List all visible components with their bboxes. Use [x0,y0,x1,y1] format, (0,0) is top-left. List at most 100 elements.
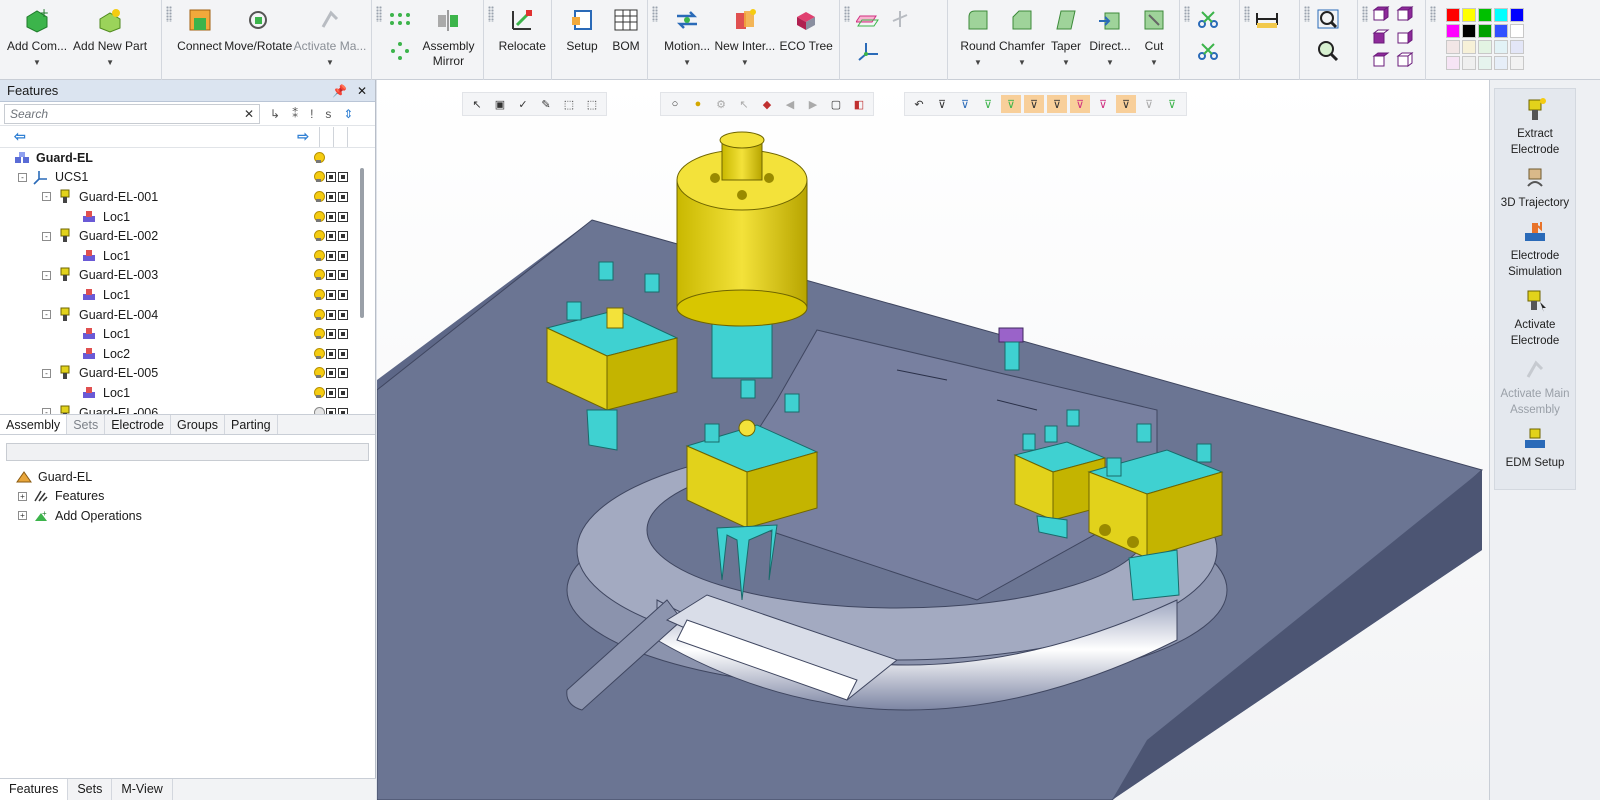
filter-6-icon[interactable]: ⊽ [1047,95,1067,113]
clear-search-icon[interactable]: ✕ [244,107,254,121]
operations-tree-item[interactable]: Guard-EL [0,467,375,487]
bottom-tab-sets[interactable]: Sets [68,779,113,800]
zoom-icon[interactable] [1316,40,1340,62]
expand-toggle-icon[interactable]: - [42,368,51,378]
tab-parting[interactable]: Parting [225,415,278,434]
tree-item[interactable]: Loc1 [0,324,375,344]
filter-7-icon[interactable]: ⊽ [1070,95,1090,113]
chevron-down-icon[interactable]: ▼ [106,58,114,67]
render-toggle-icon[interactable] [338,329,348,340]
color-palette[interactable] [1446,8,1524,70]
render-toggle-icon[interactable] [338,368,348,379]
chevron-down-icon[interactable]: ▼ [683,58,691,67]
back-icon[interactable]: ◀ [780,95,800,113]
expand-toggle-icon[interactable]: - [42,270,51,280]
color-swatch[interactable] [1462,8,1476,22]
window-select-2-icon[interactable]: ⬚ [582,95,602,113]
expand-toggle-icon[interactable]: + [18,491,27,501]
visibility-bulb-icon[interactable] [313,328,325,340]
axis-disabled-icon[interactable] [888,8,912,30]
filter-1-icon[interactable]: ⊽ [932,95,952,113]
color-swatch[interactable] [1462,40,1476,54]
zoom-window-icon[interactable] [1316,8,1340,30]
bottom-tab-m-view[interactable]: M-View [112,779,173,800]
chamfer-button[interactable]: Chamfer ▼ [999,4,1045,67]
expand-toggle-icon[interactable]: - [42,231,51,241]
search-input[interactable]: Search ✕ [4,103,260,124]
filter-9-icon[interactable]: ⊽ [1116,95,1136,113]
setup-button[interactable]: Setup [560,4,604,54]
view-cube-icon[interactable] [1372,29,1392,48]
color-swatch[interactable] [1462,56,1476,70]
display-toggle-icon[interactable] [326,289,336,300]
bottom-tab-features[interactable]: Features [0,779,69,800]
render-toggle-icon[interactable] [338,211,348,222]
visibility-bulb-icon[interactable] [313,288,325,301]
isolate-icon[interactable]: ◆ [757,95,777,113]
sort-icon[interactable]: ⇕ [343,107,353,121]
relocate-button[interactable]: Relocate [498,4,547,54]
display-mode-icon[interactable]: ▢ [826,95,846,113]
filter-2-icon[interactable]: ⊽ [955,95,975,113]
move-rotate-button[interactable]: Move/Rotate [223,4,293,54]
activate-main-button[interactable]: Activate Ma... ▼ [293,4,367,67]
filter-wave-icon[interactable]: ⁑ [292,107,298,121]
color-swatch[interactable] [1510,24,1524,38]
round-button[interactable]: Round ▼ [956,4,1000,67]
tab-sets[interactable]: Sets [67,415,106,434]
visibility-bulb-icon[interactable] [313,308,325,321]
activate-electrode-button[interactable]: Activate Electrode [1495,288,1575,349]
add-component-button[interactable]: + Add Com... ▼ [4,4,70,67]
grip-handle[interactable] [844,6,850,22]
color-swatch[interactable] [1446,40,1460,54]
direct-edit-button[interactable]: Direct... ▼ [1088,4,1132,67]
color-swatch[interactable] [1494,8,1508,22]
assembly-mirror-button[interactable]: Assembly Mirror [418,4,479,69]
grip-handle[interactable] [166,6,172,22]
grip-handle[interactable] [1430,6,1436,22]
color-swatch[interactable] [1510,8,1524,22]
back-arrow-icon[interactable]: ⇦ [14,128,26,145]
grip-handle[interactable] [376,6,382,22]
filter-8-icon[interactable]: ⊽ [1093,95,1113,113]
render-toggle-icon[interactable] [338,191,348,202]
ucs-axes-icon[interactable] [856,40,880,62]
edm-setup-button[interactable]: EDM Setup [1495,426,1575,471]
dots-pattern-icon[interactable] [388,8,412,30]
chevron-down-icon[interactable]: ▼ [326,58,334,67]
visibility-bulb-icon[interactable] [313,269,325,281]
visibility-bulb-icon[interactable] [313,347,325,360]
3d-viewport[interactable]: ↖ ▣ ✓ ✎ ⬚ ⬚ ○ ● ⚙ ↖ ◆ ◀ ▶ ▢ ◧ ↶ ⊽ ⊽ ⊽ ⊽ … [377,80,1489,800]
forward-arrow-icon[interactable]: ⇨ [297,128,309,145]
tree-item[interactable]: - Guard-EL-002 [0,226,375,246]
new-interference-button[interactable]: New Inter... ▼ [712,4,777,67]
grip-handle[interactable] [1184,6,1190,22]
render-toggle-icon[interactable] [338,250,348,261]
render-toggle-icon[interactable] [338,348,348,359]
display-toggle-icon[interactable] [326,368,336,379]
render-toggle-icon[interactable] [338,309,348,320]
visibility-bulb-icon[interactable] [313,367,325,379]
tab-electrode[interactable]: Electrode [105,415,172,434]
render-toggle-icon[interactable] [338,387,348,398]
pin-icon[interactable]: 📌 [332,84,347,98]
grip-handle[interactable] [1244,6,1250,22]
display-toggle-icon[interactable] [326,211,336,222]
bom-button[interactable]: BOM [604,4,648,54]
render-toggle-icon[interactable] [338,231,348,242]
chevron-down-icon[interactable]: ▼ [974,58,982,67]
chevron-down-icon[interactable]: ▼ [33,58,41,67]
color-swatch[interactable] [1510,40,1524,54]
close-icon[interactable]: ✕ [357,84,367,98]
split-icon[interactable] [1196,8,1220,30]
view-cube-icon[interactable] [1396,29,1416,48]
display-toggle-icon[interactable] [326,250,336,261]
tree-item[interactable]: - Guard-EL-003 [0,266,375,286]
grip-handle[interactable] [1304,6,1310,22]
tree-item[interactable]: - Guard-EL-006 [0,403,375,414]
expand-toggle-icon[interactable]: - [42,192,51,202]
extract-electrode-button[interactable]: Extract Electrode [1495,97,1575,158]
chevron-down-icon[interactable]: ▼ [1062,58,1070,67]
tree-item[interactable]: Loc1 [0,285,375,305]
expand-toggle-icon[interactable]: - [42,408,51,414]
